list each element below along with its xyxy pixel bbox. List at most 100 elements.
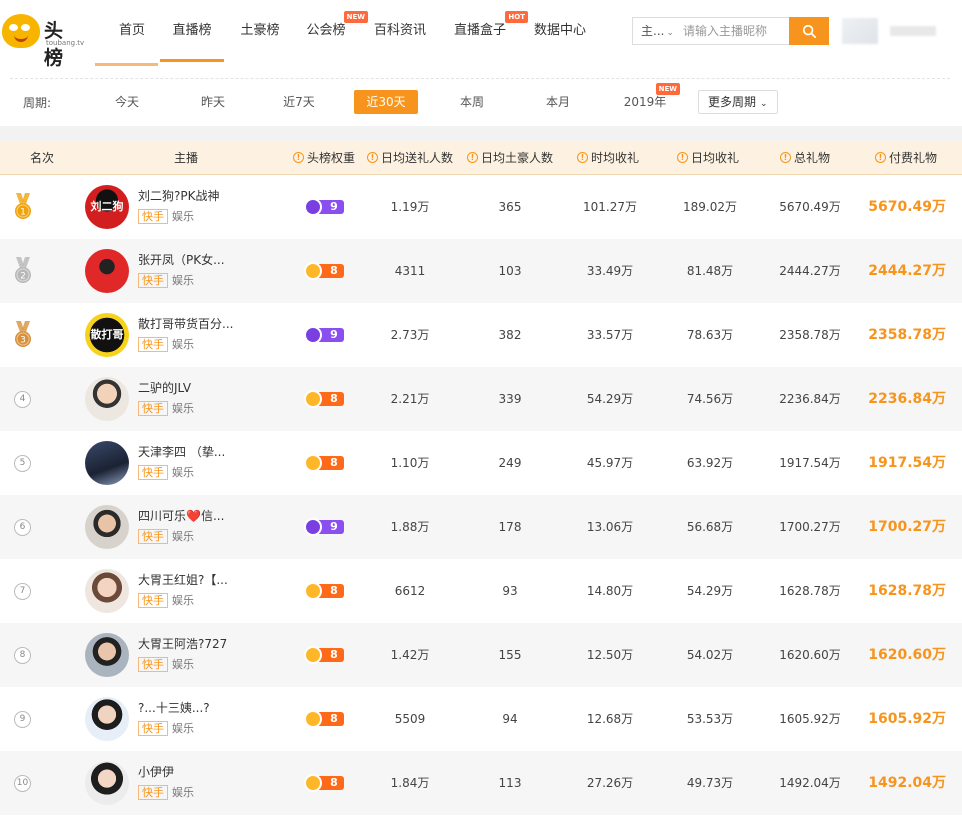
table-row[interactable]: 6 四川可乐❤️信... 快手 娱乐 9 1.88万 178 13.06万 56.… bbox=[0, 495, 962, 559]
top-header: 头榜 toubang.tv 首页 直播榜 土豪榜 公会榜 NEW 百科资讯 直播… bbox=[0, 0, 962, 69]
weight-level-icon bbox=[304, 326, 322, 344]
table-row[interactable]: 1 刘二狗 刘二狗?PK战神 快手 娱乐 9 1.19万 365 101.27万 … bbox=[0, 175, 962, 239]
nav-data-center[interactable]: 数据中心 bbox=[520, 0, 600, 62]
column-header-total[interactable]: ! 总礼物 bbox=[770, 142, 840, 175]
cell-daily: 54.29万 bbox=[686, 584, 734, 598]
cell-total: 2236.84万 bbox=[779, 392, 841, 406]
avatar[interactable] bbox=[85, 441, 129, 485]
medal-icon: 3 bbox=[15, 321, 31, 347]
platform-tag: 快手 bbox=[138, 209, 168, 224]
cell-total: 1492.04万 bbox=[779, 776, 841, 790]
table-row[interactable]: 3 散打哥 散打哥带货百分... 快手 娱乐 9 2.73万 382 33.57万… bbox=[0, 303, 962, 367]
search-type-select[interactable]: 主... ⌄ bbox=[633, 18, 675, 44]
weight-level-icon bbox=[304, 710, 322, 728]
table-row[interactable]: 2 张开凤（PK女... 快手 娱乐 8 4311 103 33.49万 81.4… bbox=[0, 239, 962, 303]
anchor-name-link[interactable]: 二驴的JLV bbox=[138, 380, 191, 396]
cell-givers: 4311 bbox=[394, 264, 426, 278]
table-row[interactable]: 10 小伊伊 快手 娱乐 8 1.84万 113 27.26万 49.73万 14… bbox=[0, 751, 962, 815]
category-tag: 娱乐 bbox=[172, 466, 194, 479]
category-tag: 娱乐 bbox=[172, 274, 194, 287]
table-row[interactable]: 4 二驴的JLV 快手 娱乐 8 2.21万 339 54.29万 74.56万 … bbox=[0, 367, 962, 431]
cell-tycoons: 93 bbox=[502, 584, 518, 598]
weight-badge: 8 bbox=[304, 262, 344, 280]
column-label: 日均土豪人数 bbox=[480, 151, 553, 165]
nav-live-box[interactable]: 直播盒子 HOT bbox=[440, 0, 528, 62]
search-input[interactable] bbox=[677, 20, 785, 42]
anchor-tags: 快手 娱乐 bbox=[138, 528, 194, 544]
period-option-today[interactable]: 今天 bbox=[102, 90, 152, 114]
avatar[interactable] bbox=[85, 377, 129, 421]
info-icon[interactable]: ! bbox=[576, 152, 588, 163]
period-option-2019[interactable]: 2019年 NEW bbox=[612, 83, 680, 114]
anchor-name-link[interactable]: 大胃王阿浩?727 bbox=[138, 636, 227, 652]
anchor-name-link[interactable]: 张开凤（PK女... bbox=[138, 252, 225, 268]
avatar[interactable]: 刘二狗 bbox=[85, 185, 129, 229]
column-header-tycoons[interactable]: ! 日均土豪人数 bbox=[460, 142, 560, 175]
anchor-name-link[interactable]: 大胃王红姐?【... bbox=[138, 572, 228, 588]
period-option-7days[interactable]: 近7天 bbox=[270, 90, 328, 114]
avatar[interactable] bbox=[85, 249, 129, 293]
anchor-name-link[interactable]: 天津李四 （挚... bbox=[138, 444, 225, 460]
anchor-name-link[interactable]: 刘二狗?PK战神 bbox=[138, 188, 219, 204]
anchor-name-link[interactable]: 四川可乐❤️信... bbox=[138, 508, 224, 524]
column-header-givers[interactable]: ! 日均送礼人数 bbox=[362, 142, 458, 175]
category-tag: 娱乐 bbox=[172, 658, 194, 671]
info-icon[interactable]: ! bbox=[779, 152, 791, 163]
cell-hourly: 14.80万 bbox=[586, 584, 634, 598]
user-area[interactable] bbox=[842, 18, 952, 44]
info-icon[interactable]: ! bbox=[366, 152, 378, 163]
avatar[interactable] bbox=[85, 697, 129, 741]
nav-wiki-news[interactable]: 百科资讯 bbox=[360, 0, 440, 62]
period-option-30days[interactable]: 近30天 bbox=[354, 90, 418, 114]
column-header-weight[interactable]: ! 头榜权重 bbox=[286, 142, 362, 175]
user-avatar[interactable] bbox=[842, 18, 878, 44]
anchor-name-link[interactable]: 小伊伊 bbox=[138, 764, 174, 780]
anchor-tags: 快手 娱乐 bbox=[138, 400, 194, 416]
avatar[interactable]: 散打哥 bbox=[85, 313, 129, 357]
table-row[interactable]: 9 ?...十三姨...? 快手 娱乐 8 5509 94 12.68万 53.5… bbox=[0, 687, 962, 751]
avatar[interactable] bbox=[85, 633, 129, 677]
table-row[interactable]: 5 天津李四 （挚... 快手 娱乐 8 1.10万 249 45.97万 63.… bbox=[0, 431, 962, 495]
nav-guild-rank[interactable]: 公会榜 NEW bbox=[292, 0, 368, 62]
info-icon[interactable]: ! bbox=[676, 152, 688, 163]
avatar[interactable] bbox=[85, 761, 129, 805]
table-row[interactable]: 8 大胃王阿浩?727 快手 娱乐 8 1.42万 155 12.50万 54.0… bbox=[0, 623, 962, 687]
nav-home[interactable]: 首页 bbox=[100, 0, 164, 62]
avatar[interactable] bbox=[85, 505, 129, 549]
nav-live-rank[interactable]: 直播榜 bbox=[160, 0, 224, 62]
column-header-paid[interactable]: ! 付费礼物 bbox=[868, 142, 944, 175]
nav-tycoon-rank[interactable]: 土豪榜 bbox=[228, 0, 292, 62]
more-periods-dropdown[interactable]: 更多周期 ⌄ bbox=[698, 90, 778, 114]
weight-level-icon bbox=[304, 774, 322, 792]
search-button[interactable] bbox=[789, 17, 829, 45]
column-header-hourly[interactable]: ! 时均收礼 bbox=[568, 142, 648, 175]
table-body: 1 刘二狗 刘二狗?PK战神 快手 娱乐 9 1.19万 365 101.27万 … bbox=[0, 175, 962, 815]
cell-givers: 1.10万 bbox=[390, 456, 430, 470]
rank-number: 4 bbox=[14, 391, 31, 408]
category-tag: 娱乐 bbox=[172, 786, 194, 799]
period-option-yesterday[interactable]: 昨天 bbox=[188, 90, 238, 114]
weight-value: 8 bbox=[330, 456, 338, 469]
period-option-label: 昨天 bbox=[200, 95, 225, 109]
cell-daily: 56.68万 bbox=[686, 520, 734, 534]
table-row[interactable]: 7 大胃王红姐?【... 快手 娱乐 8 6612 93 14.80万 54.29… bbox=[0, 559, 962, 623]
category-tag: 娱乐 bbox=[172, 722, 194, 735]
column-label: 日均送礼人数 bbox=[380, 151, 453, 165]
period-option-this-month[interactable]: 本月 bbox=[533, 90, 583, 114]
period-option-this-week[interactable]: 本周 bbox=[447, 90, 497, 114]
column-header-daily[interactable]: ! 日均收礼 bbox=[668, 142, 748, 175]
weight-value: 9 bbox=[330, 520, 338, 533]
search-type-value: 主... bbox=[641, 24, 665, 38]
site-logo[interactable]: 头榜 toubang.tv bbox=[2, 12, 84, 69]
info-icon[interactable]: ! bbox=[874, 152, 886, 163]
column-label: 时均收礼 bbox=[590, 151, 639, 165]
period-option-label: 2019年 bbox=[623, 95, 667, 109]
anchor-name-link[interactable]: ?...十三姨...? bbox=[138, 700, 210, 716]
weight-level-icon bbox=[304, 390, 322, 408]
info-icon[interactable]: ! bbox=[292, 152, 304, 163]
anchor-name-link[interactable]: 散打哥带货百分... bbox=[138, 316, 233, 332]
avatar[interactable] bbox=[85, 569, 129, 613]
platform-tag: 快手 bbox=[138, 721, 168, 736]
info-icon[interactable]: ! bbox=[466, 152, 478, 163]
cell-tycoons: 382 bbox=[498, 328, 522, 342]
